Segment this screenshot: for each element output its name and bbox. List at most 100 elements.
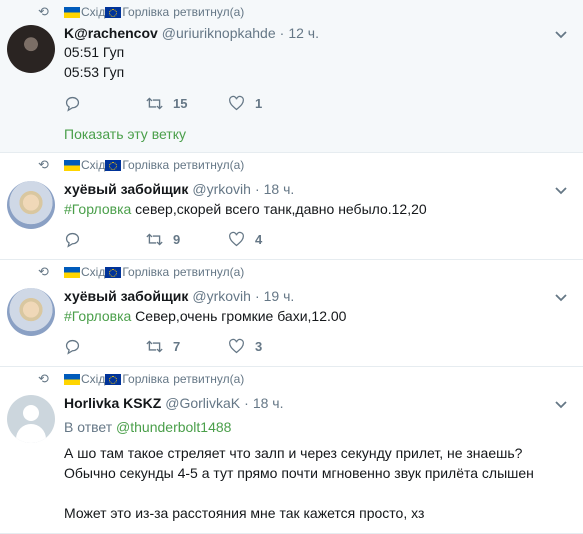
- retweet-button[interactable]: 9: [146, 231, 228, 248]
- tweet-text-content: север,скорей всего танк,давно небыло.12,…: [131, 201, 427, 217]
- hashtag-link[interactable]: #Горловка: [64, 201, 131, 217]
- reply-button[interactable]: [64, 338, 146, 355]
- ukraine-flag-icon: [64, 266, 80, 278]
- avatar[interactable]: [7, 288, 55, 336]
- retweet-button[interactable]: 15: [146, 95, 228, 112]
- timeline: ⟲ Схід Горлівка ретвитнул(а) K@rachencov…: [0, 0, 583, 534]
- tweet-text: 05:51 Гуп 05:53 Гуп: [64, 42, 563, 82]
- timestamp[interactable]: 18 ч.: [253, 395, 284, 411]
- context-retweeter-2[interactable]: Горлівка: [122, 265, 169, 279]
- like-button[interactable]: 3: [228, 338, 310, 355]
- fullname[interactable]: хуёвый забойщик: [64, 181, 188, 197]
- tweet-line: 05:53 Гуп: [64, 64, 125, 80]
- retweet-count: 15: [173, 96, 188, 111]
- reply-icon: [65, 339, 80, 355]
- timestamp[interactable]: 18 ч.: [264, 181, 295, 197]
- eu-flag-icon: [105, 6, 122, 18]
- retweet-count: 9: [173, 232, 181, 247]
- tweet[interactable]: ⟲ Схід Горлівка ретвитнул(а) K@rachencov…: [0, 0, 583, 153]
- heart-icon: [229, 95, 244, 111]
- separator-dot: ·: [254, 181, 260, 197]
- fullname[interactable]: Horlivka KSKZ: [64, 395, 161, 411]
- tweet-header: хуёвый забойщик @yrkovih · 19 ч.: [64, 288, 294, 304]
- retweet-icon: [146, 97, 163, 110]
- tweet-actions: 7 3: [64, 338, 310, 355]
- retweet-icon: ⟲: [38, 371, 49, 386]
- context-suffix: ретвитнул(а): [173, 265, 245, 279]
- avatar[interactable]: [7, 25, 55, 73]
- retweet-context: ⟲ Схід Горлівка ретвитнул(а): [38, 4, 244, 20]
- retweet-context: ⟲ Схід Горлівка ретвитнул(а): [38, 371, 244, 387]
- retweet-context: ⟲ Схід Горлівка ретвитнул(а): [38, 157, 244, 173]
- like-count: 1: [255, 96, 263, 111]
- context-suffix: ретвитнул(а): [173, 5, 245, 19]
- handle[interactable]: @yrkovih: [192, 288, 251, 304]
- context-retweeter[interactable]: Схід: [81, 5, 105, 19]
- fullname[interactable]: K@rachencov: [64, 25, 158, 41]
- heart-icon: [229, 231, 244, 247]
- context-retweeter[interactable]: Схід: [81, 158, 105, 172]
- show-thread-link[interactable]: Показать эту ветку: [64, 126, 186, 142]
- retweet-icon: ⟲: [38, 4, 49, 19]
- heart-icon: [229, 338, 244, 354]
- context-suffix: ретвитнул(а): [173, 158, 245, 172]
- fullname[interactable]: хуёвый забойщик: [64, 288, 188, 304]
- chevron-down-icon[interactable]: [554, 183, 568, 197]
- separator-dot: ·: [244, 395, 249, 411]
- retweet-icon: ⟲: [38, 264, 49, 279]
- tweet-line: Может это из-за расстояния мне так кажет…: [64, 505, 425, 521]
- tweet-line: А шо там такое стреляет что залп и через…: [64, 445, 523, 461]
- eu-flag-icon: [105, 159, 122, 171]
- timestamp[interactable]: 19 ч.: [264, 288, 295, 304]
- avatar[interactable]: [7, 395, 55, 443]
- separator-dot: ·: [279, 25, 285, 41]
- like-count: 3: [255, 339, 263, 354]
- handle[interactable]: @uriuriknopkahde: [162, 25, 276, 41]
- tweet-text-content: Север,очень громкие бахи,12.00: [131, 308, 347, 324]
- context-retweeter-2[interactable]: Горлівка: [122, 5, 169, 19]
- chevron-down-icon[interactable]: [554, 397, 568, 411]
- tweet-text: #Горловка север,скорей всего танк,давно …: [64, 199, 563, 219]
- context-retweeter[interactable]: Схід: [81, 372, 105, 386]
- like-button[interactable]: 4: [228, 231, 310, 248]
- tweet-actions: 15 1: [64, 95, 310, 112]
- retweet-icon: ⟲: [38, 157, 49, 172]
- retweet-button[interactable]: 7: [146, 338, 228, 355]
- handle[interactable]: @GorlivkaK: [165, 395, 240, 411]
- context-retweeter-2[interactable]: Горлівка: [122, 158, 169, 172]
- context-suffix: ретвитнул(а): [173, 372, 245, 386]
- handle[interactable]: @yrkovih: [192, 181, 251, 197]
- reply-handle-link[interactable]: @thunderbolt1488: [116, 419, 231, 435]
- tweet-header: K@rachencov @uriuriknopkahde · 12 ч.: [64, 25, 319, 41]
- tweet[interactable]: ⟲ Схід Горлівка ретвитнул(а) Horlivka KS…: [0, 367, 583, 534]
- chevron-down-icon[interactable]: [554, 290, 568, 304]
- like-count: 4: [255, 232, 263, 247]
- ukraine-flag-icon: [64, 6, 80, 18]
- tweet[interactable]: ⟲ Схід Горлівка ретвитнул(а) хуёвый забо…: [0, 260, 583, 367]
- tweet-text: #Горловка Север,очень громкие бахи,12.00: [64, 306, 563, 326]
- chevron-down-icon[interactable]: [554, 27, 568, 41]
- separator-dot: ·: [254, 288, 260, 304]
- reply-icon: [65, 232, 80, 248]
- reply-button[interactable]: [64, 95, 146, 112]
- context-retweeter-2[interactable]: Горлівка: [122, 372, 169, 386]
- tweet-line: 05:51 Гуп: [64, 44, 125, 60]
- ukraine-flag-icon: [64, 159, 80, 171]
- reply-button[interactable]: [64, 231, 146, 248]
- avatar[interactable]: [7, 181, 55, 229]
- retweet-icon: [146, 340, 163, 353]
- tweet-header: хуёвый забойщик @yrkovih · 18 ч.: [64, 181, 294, 197]
- tweet[interactable]: ⟲ Схід Горлівка ретвитнул(а) хуёвый забо…: [0, 153, 583, 260]
- tweet-line: Обычно секунды 4-5 а тут прямо почти мгн…: [64, 465, 534, 481]
- tweet-text: В ответ @thunderbolt1488 А шо там такое …: [64, 417, 563, 523]
- hashtag-link[interactable]: #Горловка: [64, 308, 131, 324]
- ukraine-flag-icon: [64, 373, 80, 385]
- timestamp[interactable]: 12 ч.: [288, 25, 319, 41]
- context-retweeter[interactable]: Схід: [81, 265, 105, 279]
- retweet-context: ⟲ Схід Горлівка ретвитнул(а): [38, 264, 244, 280]
- reply-context: В ответ @thunderbolt1488: [64, 417, 563, 437]
- like-button[interactable]: 1: [228, 95, 310, 112]
- retweet-count: 7: [173, 339, 181, 354]
- eu-flag-icon: [105, 266, 122, 278]
